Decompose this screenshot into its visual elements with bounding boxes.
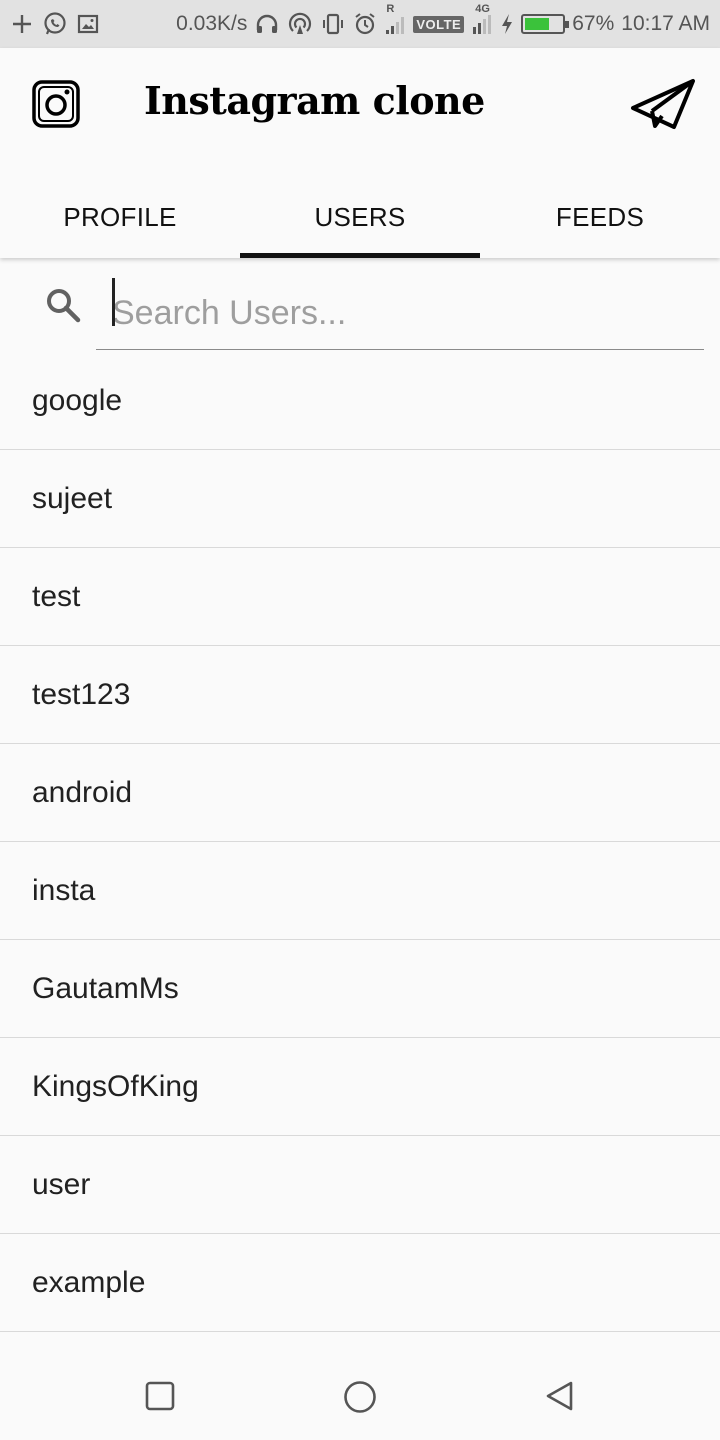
plus-icon [10, 12, 34, 36]
list-item[interactable]: android [0, 744, 720, 842]
charging-icon [500, 12, 514, 36]
send-icon[interactable] [630, 78, 696, 130]
user-list: google sujeet test test123 android insta… [0, 352, 720, 1332]
tab-feeds[interactable]: FEEDS [480, 176, 720, 258]
clock: 10:17 AM [621, 12, 710, 35]
alarm-icon [353, 12, 377, 36]
instagram-logo-icon[interactable] [32, 80, 80, 128]
system-nav-bar [0, 1350, 720, 1440]
signal-4g-icon: 4G [471, 3, 493, 36]
list-item[interactable]: test123 [0, 646, 720, 744]
app-title: Instagram clone [144, 78, 485, 123]
list-item[interactable]: KingsOfKing [0, 1038, 720, 1136]
search-icon [44, 286, 82, 324]
text-caret [112, 278, 115, 326]
vibrate-icon [320, 12, 346, 36]
battery-fill [525, 18, 550, 30]
recents-square-icon[interactable] [144, 1380, 176, 1412]
image-icon [76, 12, 100, 36]
volte-badge: VOLTE [413, 15, 465, 33]
list-item[interactable]: example [0, 1234, 720, 1332]
list-item[interactable]: google [0, 352, 720, 450]
home-circle-icon[interactable] [343, 1380, 376, 1413]
list-item[interactable]: test [0, 548, 720, 646]
back-triangle-icon[interactable] [544, 1380, 576, 1412]
search-bar [0, 258, 720, 354]
battery-percent: 67% [572, 12, 615, 35]
headphones-icon [254, 12, 280, 36]
net-speed: 0.03K/s [176, 12, 248, 35]
list-item[interactable]: user [0, 1136, 720, 1234]
tab-users[interactable]: USERS [240, 176, 480, 258]
hotspot-icon [287, 11, 313, 37]
battery-icon [521, 14, 570, 34]
search-input[interactable] [96, 278, 704, 350]
tab-bar: PROFILE USERS FEEDS [0, 176, 720, 258]
net-type: 4G [475, 3, 490, 15]
whatsapp-icon [42, 11, 68, 37]
list-item[interactable]: insta [0, 842, 720, 940]
list-item[interactable]: sujeet [0, 450, 720, 548]
list-item[interactable]: GautamMs [0, 940, 720, 1038]
roaming-mark: R [386, 3, 395, 15]
tab-profile[interactable]: PROFILE [0, 176, 240, 258]
status-bar: 0.03K/s R VOLTE 4G 67% 10:17 AM [0, 0, 720, 48]
app-bar: Instagram clone PROFILE USERS FEEDS [0, 48, 720, 258]
signal-icon: R [384, 3, 406, 36]
